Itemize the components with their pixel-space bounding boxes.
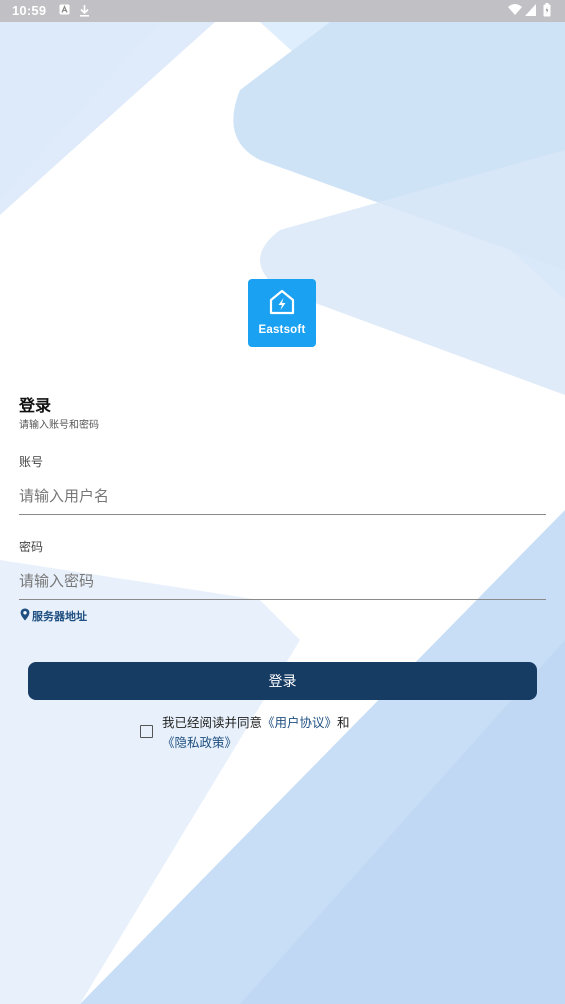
signal-icon	[525, 4, 536, 20]
download-icon	[79, 4, 90, 21]
privacy-policy-link[interactable]: 《隐私政策》	[162, 735, 237, 750]
server-address-link[interactable]: 服务器地址	[20, 608, 87, 624]
a-notification-icon	[59, 4, 70, 19]
account-label: 账号	[19, 455, 44, 469]
server-address-label: 服务器地址	[32, 610, 87, 623]
user-agreement-link[interactable]: 《用户协议》	[262, 715, 337, 730]
login-form: 登录 请输入账号和密码 账号 密码 服务器地址 登录 我已经阅读并同意《用户协议…	[0, 0, 565, 1004]
password-input[interactable]	[19, 563, 546, 600]
username-input[interactable]	[19, 478, 546, 515]
login-title: 登录	[19, 396, 52, 415]
agreement-prefix: 我已经阅读并同意	[162, 715, 263, 730]
password-label: 密码	[19, 540, 44, 554]
agreement-checkbox[interactable]	[140, 725, 153, 738]
login-subtitle: 请输入账号和密码	[19, 420, 99, 431]
agreement-text: 我已经阅读并同意《用户协议》和《隐私政策》	[162, 713, 422, 753]
battery-icon	[543, 3, 551, 21]
status-time: 10:59	[12, 3, 47, 18]
login-button[interactable]: 登录	[28, 662, 537, 700]
location-pin-icon	[20, 608, 32, 624]
status-bar: 10:59	[0, 0, 565, 22]
wifi-icon	[508, 4, 522, 20]
agreement-and: 和	[337, 715, 350, 730]
